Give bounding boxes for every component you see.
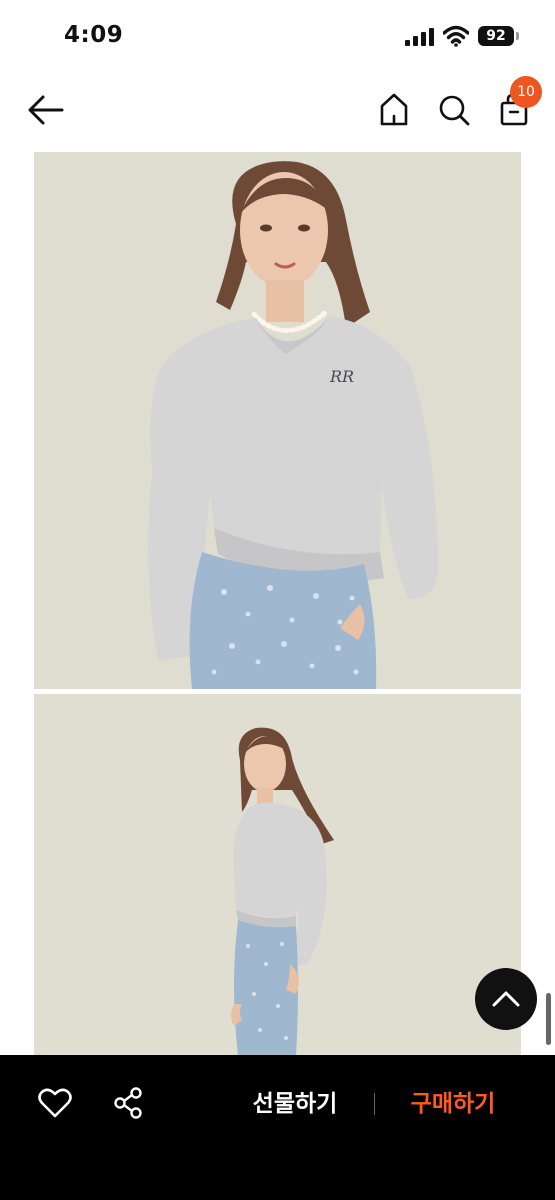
- home-button[interactable]: [376, 90, 412, 130]
- search-button[interactable]: [436, 90, 472, 130]
- wifi-icon: [443, 25, 469, 47]
- heart-icon: [38, 1088, 72, 1118]
- share-button[interactable]: [112, 1086, 144, 1120]
- model-front-photo: RR: [34, 152, 521, 689]
- model-full-body-photo: [34, 694, 521, 1056]
- status-bar: 4:09 92: [0, 0, 555, 72]
- search-icon: [439, 95, 470, 126]
- back-button[interactable]: [26, 92, 66, 128]
- share-icon: [114, 1087, 142, 1119]
- battery-level: 92: [478, 26, 514, 46]
- status-time: 4:09: [64, 22, 124, 48]
- buy-button[interactable]: 구매하기: [398, 1082, 508, 1126]
- like-button[interactable]: [38, 1087, 72, 1119]
- chevron-up-icon: [492, 991, 520, 1007]
- home-icon: [380, 93, 408, 126]
- gift-button[interactable]: 선물하기: [240, 1082, 350, 1126]
- cart-count-badge: 10: [510, 76, 542, 108]
- bottom-action-bar: [0, 1055, 555, 1200]
- scroll-to-top-button[interactable]: [475, 968, 537, 1030]
- back-arrow-icon: [28, 95, 64, 125]
- battery-tip: [516, 32, 519, 40]
- bottom-bar-divider: [374, 1093, 375, 1115]
- product-photo-1[interactable]: RR: [34, 152, 521, 689]
- scrollbar-thumb[interactable]: [546, 993, 551, 1045]
- svg-text:RR: RR: [329, 367, 354, 386]
- cellular-signal-icon: [405, 28, 434, 46]
- product-photo-2[interactable]: [34, 694, 521, 1056]
